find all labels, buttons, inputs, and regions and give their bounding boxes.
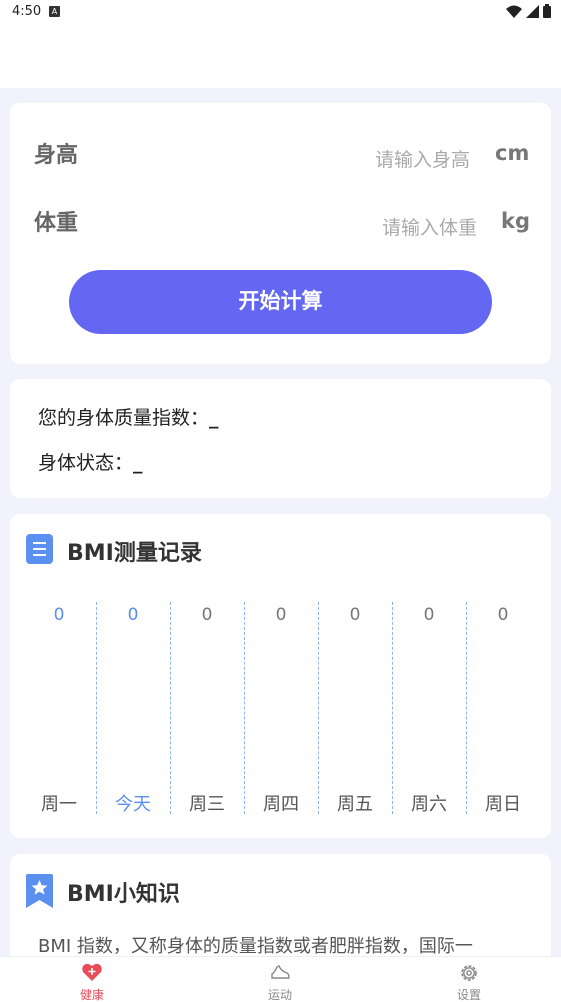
status-bar: 4:50 A <box>0 0 561 24</box>
record-day-label: 周一 <box>41 794 77 815</box>
record-column-2: 0 周三 <box>170 514 244 838</box>
weight-unit: kg <box>501 209 530 233</box>
main-content[interactable]: 身高 请输入身高 cm 体重 请输入体重 kg 开始计算 您的身体质量指数：_ … <box>0 88 561 956</box>
height-label: 身高 <box>34 143 79 168</box>
record-value: 0 <box>201 605 213 625</box>
knowledge-title: BMI小知识 <box>67 882 180 907</box>
gear-icon <box>461 965 477 981</box>
record-day-label: 今天 <box>115 794 151 815</box>
record-column-0: 0 周一 <box>22 514 96 838</box>
record-value: 0 <box>275 605 287 625</box>
status-icons <box>506 4 551 18</box>
tab-health-label: 健康 <box>79 988 104 1002</box>
tab-health[interactable]: 健康 <box>32 957 152 1002</box>
battery-icon <box>543 4 551 18</box>
bookmark-star-icon <box>26 874 53 908</box>
record-divider <box>244 602 245 814</box>
record-value: 0 <box>497 605 509 625</box>
record-divider <box>96 602 97 814</box>
heart-plus-icon <box>82 963 102 981</box>
weight-label: 体重 <box>34 211 79 236</box>
record-divider <box>318 602 319 814</box>
header-area <box>0 24 561 88</box>
input-card: 身高 请输入身高 cm 体重 请输入体重 kg 开始计算 <box>10 103 551 364</box>
bmi-knowledge-card: BMI小知识 BMI 指数，又称身体的质量指数或者肥胖指数，国际一 <box>10 854 551 956</box>
body-status-value: _ <box>133 452 143 474</box>
calculate-button[interactable]: 开始计算 <box>69 270 492 334</box>
record-value: 0 <box>349 605 361 625</box>
record-value: 0 <box>423 605 435 625</box>
record-day-label: 周四 <box>263 794 299 815</box>
tab-settings[interactable]: 设置 <box>409 957 529 1002</box>
record-day-label: 周六 <box>411 794 447 815</box>
sneaker-icon <box>271 965 290 979</box>
status-time: 4:50 <box>12 4 42 19</box>
record-value: 0 <box>53 605 65 625</box>
tab-sport-label: 运动 <box>267 988 292 1002</box>
record-column-3: 0 周四 <box>244 514 318 838</box>
bmi-value: _ <box>209 407 219 429</box>
record-divider <box>170 602 171 814</box>
record-divider <box>466 602 467 814</box>
bmi-result-row: 您的身体质量指数：_ <box>38 403 219 430</box>
bmi-label: 您的身体质量指数： <box>38 407 210 429</box>
notification-a-icon: A <box>49 6 60 17</box>
status-result-row: 身体状态：_ <box>38 448 143 475</box>
tab-settings-label: 设置 <box>456 988 481 1002</box>
record-day-label: 周五 <box>337 794 373 815</box>
weight-input[interactable]: 请输入体重 <box>382 213 477 240</box>
result-card: 您的身体质量指数：_ 身体状态：_ <box>10 379 551 498</box>
record-value: 0 <box>127 605 139 625</box>
record-column-1: 0 今天 <box>96 514 170 838</box>
height-unit: cm <box>495 141 530 165</box>
record-divider <box>392 602 393 814</box>
knowledge-text: BMI 指数，又称身体的质量指数或者肥胖指数，国际一 <box>38 936 473 956</box>
bmi-record-card: BMI测量记录 0 周一 0 今天 0 周三 0 周四 0 周五 0 周六 0 周日 <box>10 514 551 838</box>
bottom-tab-bar: 健康 运动 设置 <box>0 956 561 1002</box>
wifi-icon <box>506 5 522 18</box>
record-day-label: 周日 <box>485 794 521 815</box>
record-column-4: 0 周五 <box>318 514 392 838</box>
height-input[interactable]: 请输入身高 <box>375 145 470 172</box>
record-day-label: 周三 <box>189 794 225 815</box>
record-column-5: 0 周六 <box>392 514 466 838</box>
signal-icon <box>526 4 539 18</box>
body-status-label: 身体状态： <box>38 452 134 474</box>
tab-sport[interactable]: 运动 <box>220 957 340 1002</box>
record-column-6: 0 周日 <box>466 514 540 838</box>
